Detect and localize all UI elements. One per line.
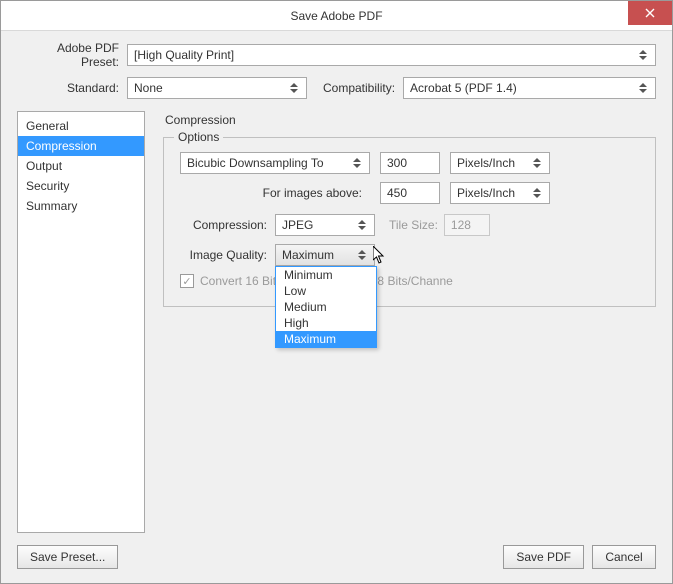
options-title: Options — [174, 130, 223, 144]
compression-label: Compression: — [180, 218, 275, 232]
images-above-unit-value: Pixels/Inch — [457, 186, 531, 200]
image-quality-select[interactable]: Maximum — [275, 244, 375, 266]
compression-row: Compression: JPEG Tile Size: — [180, 214, 639, 236]
spinner-icon — [531, 158, 543, 168]
standard-select[interactable]: None — [127, 77, 307, 99]
close-icon — [645, 8, 655, 18]
compatibility-select[interactable]: Acrobat 5 (PDF 1.4) — [403, 77, 656, 99]
downsample-method-select[interactable]: Bicubic Downsampling To — [180, 152, 370, 174]
tile-size-label: Tile Size: — [389, 218, 438, 232]
preset-label: Adobe PDF Preset: — [17, 41, 127, 69]
compression-select[interactable]: JPEG — [275, 214, 375, 236]
images-above-dpi-input[interactable] — [380, 182, 440, 204]
compatibility-value: Acrobat 5 (PDF 1.4) — [410, 81, 637, 95]
sidebar-item-general[interactable]: General — [18, 116, 144, 136]
downsample-unit-select[interactable]: Pixels/Inch — [450, 152, 550, 174]
convert-checkbox: ✓ — [180, 274, 194, 288]
downsample-row: Bicubic Downsampling To Pixels/Inch — [180, 152, 639, 174]
dd-item-low[interactable]: Low — [276, 283, 376, 299]
sidebar: General Compression Output Security Summ… — [17, 111, 145, 533]
image-quality-value: Maximum — [282, 248, 356, 262]
images-above-label: For images above: — [180, 186, 370, 200]
panel: Compression Options Bicubic Downsampling… — [145, 111, 656, 533]
spinner-icon — [356, 220, 368, 230]
spinner-icon — [637, 50, 649, 60]
dd-item-high[interactable]: High — [276, 315, 376, 331]
downsample-unit-value: Pixels/Inch — [457, 156, 531, 170]
image-quality-label: Image Quality: — [180, 248, 275, 262]
dd-item-maximum[interactable]: Maximum — [276, 331, 376, 347]
sidebar-item-output[interactable]: Output — [18, 156, 144, 176]
footer: Save Preset... Save PDF Cancel — [17, 545, 656, 569]
compression-value: JPEG — [282, 218, 356, 232]
standard-compatibility-row: Standard: None Compatibility: Acrobat 5 … — [17, 77, 656, 99]
standard-value: None — [134, 81, 288, 95]
preset-select[interactable]: [High Quality Print] — [127, 44, 656, 66]
preset-value: [High Quality Print] — [134, 48, 637, 62]
sidebar-item-summary[interactable]: Summary — [18, 196, 144, 216]
dd-item-medium[interactable]: Medium — [276, 299, 376, 315]
image-quality-dropdown[interactable]: Minimum Low Medium High Maximum — [275, 266, 377, 348]
spinner-icon — [637, 83, 649, 93]
spinner-icon — [288, 83, 300, 93]
titlebar: Save Adobe PDF — [1, 1, 672, 31]
downsample-method-value: Bicubic Downsampling To — [187, 156, 351, 170]
close-button[interactable] — [628, 1, 672, 25]
downsample-dpi-input[interactable] — [380, 152, 440, 174]
dd-item-minimum[interactable]: Minimum — [276, 267, 376, 283]
images-above-unit-select[interactable]: Pixels/Inch — [450, 182, 550, 204]
spinner-icon — [356, 250, 368, 260]
spinner-icon — [351, 158, 363, 168]
spinner-icon — [531, 188, 543, 198]
image-quality-row: Image Quality: Maximum Minimum Low Mediu… — [180, 244, 639, 266]
sidebar-item-compression[interactable]: Compression — [18, 136, 144, 156]
dialog-body: Adobe PDF Preset: [High Quality Print] S… — [1, 31, 672, 583]
compatibility-label: Compatibility: — [323, 81, 395, 95]
cursor-icon — [373, 246, 387, 266]
convert-row: ✓ Convert 16 Bit/Channel Image to 8 Bits… — [180, 274, 639, 288]
save-pdf-button[interactable]: Save PDF — [503, 545, 584, 569]
standard-label: Standard: — [17, 81, 127, 95]
cancel-button[interactable]: Cancel — [592, 545, 656, 569]
panel-title: Compression — [165, 113, 656, 127]
save-preset-button[interactable]: Save Preset... — [17, 545, 118, 569]
main-area: General Compression Output Security Summ… — [17, 111, 656, 533]
sidebar-item-security[interactable]: Security — [18, 176, 144, 196]
images-above-row: For images above: Pixels/Inch — [180, 182, 639, 204]
tile-size-input — [444, 214, 490, 236]
options-groupbox: Options Bicubic Downsampling To Pixels/I… — [163, 137, 656, 307]
window-title: Save Adobe PDF — [290, 9, 382, 23]
preset-row: Adobe PDF Preset: [High Quality Print] — [17, 41, 656, 69]
